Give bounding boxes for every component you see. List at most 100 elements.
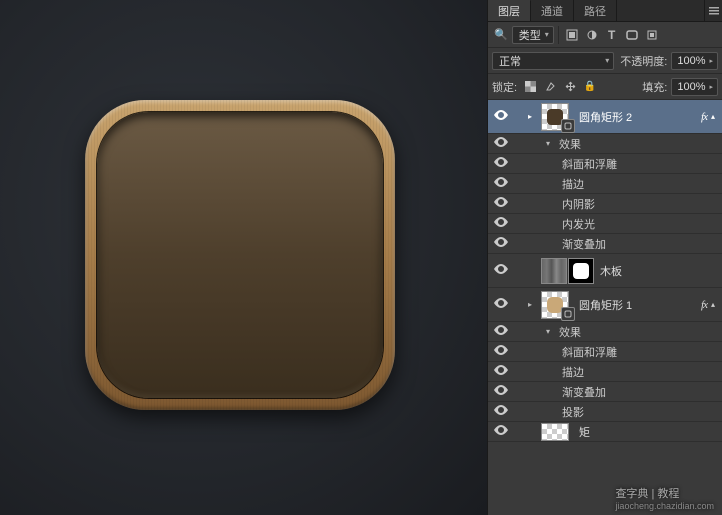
effect-name: 斜面和浮雕 xyxy=(562,156,617,172)
filter-shape-button[interactable] xyxy=(623,26,641,44)
icon-inner-plate xyxy=(97,112,383,398)
lock-position-button[interactable] xyxy=(561,78,579,96)
tab-paths[interactable]: 路径 xyxy=(574,0,617,21)
opacity-value: 100% xyxy=(677,55,705,67)
filter-search-icon: 🔍 xyxy=(494,28,508,41)
visibility-toggle[interactable] xyxy=(494,237,508,250)
effect-name: 内发光 xyxy=(562,216,595,232)
filter-kind-dropdown[interactable]: 类型 ▾ xyxy=(512,26,554,44)
visibility-toggle[interactable] xyxy=(494,298,508,311)
blend-mode-dropdown[interactable]: 正常 ▾ xyxy=(492,52,614,70)
visibility-toggle[interactable] xyxy=(494,405,508,418)
effect-stroke[interactable]: 描边 xyxy=(488,174,722,194)
lock-toolbar: 锁定: 🔒 填充: 100% ▸ xyxy=(488,74,722,100)
layer-filter-toolbar: 🔍 类型 ▾ T xyxy=(488,22,722,48)
effect-drop-shadow[interactable]: 投影 xyxy=(488,402,722,422)
mask-thumbnail[interactable] xyxy=(568,258,594,284)
layer-thumbnail-linked[interactable] xyxy=(541,258,594,284)
panel-menu-button[interactable] xyxy=(704,0,722,21)
watermark: 查字典 | 教程 jiaocheng.chazidian.com xyxy=(615,485,714,511)
layer-thumbnail[interactable] xyxy=(541,291,573,319)
panels-column: 图层 通道 路径 🔍 类型 ▾ T 正常 ▾ 不透明度: 100% ▸ 锁 xyxy=(487,0,722,515)
visibility-toggle[interactable] xyxy=(494,110,508,123)
visibility-toggle[interactable] xyxy=(494,385,508,398)
fill-input[interactable]: 100% ▸ xyxy=(671,78,718,96)
lock-all-button[interactable]: 🔒 xyxy=(581,78,599,96)
visibility-toggle[interactable] xyxy=(494,197,508,210)
layer-partial[interactable]: ▸ 矩 xyxy=(488,422,722,442)
effects-label: 效果 xyxy=(559,324,581,340)
layer-name[interactable]: 圆角矩形 2 xyxy=(579,109,701,125)
effect-name: 渐变叠加 xyxy=(562,384,606,400)
visibility-toggle[interactable] xyxy=(494,177,508,190)
opacity-slider-toggle[interactable]: ▸ xyxy=(707,57,715,65)
effect-bevel[interactable]: 斜面和浮雕 xyxy=(488,342,722,362)
shape-badge-icon xyxy=(561,307,575,321)
effect-gradient-overlay[interactable]: 渐变叠加 xyxy=(488,382,722,402)
layers-list: ▸ 圆角矩形 2 fx ▴ ▾ 效果 斜面和浮雕 描边 xyxy=(488,100,722,515)
visibility-toggle[interactable] xyxy=(494,157,508,170)
layer-name[interactable]: 圆角矩形 1 xyxy=(579,297,701,313)
expand-toggle[interactable]: ▸ xyxy=(528,112,538,121)
layer-thumbnail[interactable] xyxy=(541,423,573,441)
shape-badge-icon xyxy=(561,119,575,133)
layer-wood[interactable]: ▸ 木板 xyxy=(488,254,722,288)
visibility-toggle[interactable] xyxy=(494,264,508,277)
fx-expand-toggle[interactable]: ▴ xyxy=(711,300,715,309)
watermark-main: 查字典 | 教程 xyxy=(615,488,679,500)
fx-indicator: fx xyxy=(701,111,707,123)
visibility-toggle[interactable] xyxy=(494,217,508,230)
blend-toolbar: 正常 ▾ 不透明度: 100% ▸ xyxy=(488,48,722,74)
blend-mode-value: 正常 xyxy=(499,53,521,69)
tab-layers[interactable]: 图层 xyxy=(488,0,531,21)
tab-channels[interactable]: 通道 xyxy=(531,0,574,21)
effect-gradient-overlay[interactable]: 渐变叠加 xyxy=(488,234,722,254)
effects-label: 效果 xyxy=(559,136,581,152)
layer-shape-1[interactable]: ▸ 圆角矩形 1 fx ▴ xyxy=(488,288,722,322)
effect-stroke[interactable]: 描边 xyxy=(488,362,722,382)
effect-name: 渐变叠加 xyxy=(562,236,606,252)
effect-name: 描边 xyxy=(562,176,584,192)
effect-name: 投影 xyxy=(562,404,584,420)
visibility-toggle[interactable] xyxy=(494,365,508,378)
layer-thumbnail[interactable] xyxy=(541,103,573,131)
lock-label: 锁定: xyxy=(492,79,517,95)
dropdown-arrow-icon: ▾ xyxy=(545,30,549,39)
filter-type-button[interactable]: T xyxy=(603,26,621,44)
effects-header[interactable]: ▾ 效果 xyxy=(488,322,722,342)
layer-thumbnail[interactable] xyxy=(541,258,567,284)
expand-toggle[interactable]: ▸ xyxy=(528,300,538,309)
visibility-toggle[interactable] xyxy=(494,425,508,438)
effect-name: 内阴影 xyxy=(562,196,595,212)
visibility-toggle[interactable] xyxy=(494,137,508,150)
effects-header[interactable]: ▾ 效果 xyxy=(488,134,722,154)
fill-label: 填充: xyxy=(642,79,667,95)
fill-value: 100% xyxy=(677,81,705,93)
fill-slider-toggle[interactable]: ▸ xyxy=(707,83,715,91)
layer-shape-2[interactable]: ▸ 圆角矩形 2 fx ▴ xyxy=(488,100,722,134)
lock-transparent-button[interactable] xyxy=(521,78,539,96)
opacity-input[interactable]: 100% ▸ xyxy=(671,52,718,70)
expand-toggle[interactable]: ▾ xyxy=(546,327,556,336)
lock-pixels-button[interactable] xyxy=(541,78,559,96)
layer-name[interactable]: 木板 xyxy=(600,263,718,279)
visibility-toggle[interactable] xyxy=(494,345,508,358)
effect-name: 描边 xyxy=(562,364,584,380)
filter-adjustment-button[interactable] xyxy=(583,26,601,44)
expand-toggle[interactable]: ▾ xyxy=(546,139,556,148)
effect-inner-glow[interactable]: 内发光 xyxy=(488,214,722,234)
effect-inner-shadow[interactable]: 内阴影 xyxy=(488,194,722,214)
effect-bevel[interactable]: 斜面和浮雕 xyxy=(488,154,722,174)
filter-kind-label: 类型 xyxy=(519,27,541,43)
visibility-toggle[interactable] xyxy=(494,325,508,338)
filter-smart-button[interactable] xyxy=(643,26,661,44)
watermark-sub: jiaocheng.chazidian.com xyxy=(615,501,714,511)
fx-indicator: fx xyxy=(701,299,707,311)
separator xyxy=(558,26,559,44)
filter-pixel-button[interactable] xyxy=(563,26,581,44)
opacity-label: 不透明度: xyxy=(620,53,667,69)
panel-tab-strip: 图层 通道 路径 xyxy=(488,0,722,22)
effect-name: 斜面和浮雕 xyxy=(562,344,617,360)
layer-name[interactable]: 矩 xyxy=(579,424,718,440)
fx-expand-toggle[interactable]: ▴ xyxy=(711,112,715,121)
